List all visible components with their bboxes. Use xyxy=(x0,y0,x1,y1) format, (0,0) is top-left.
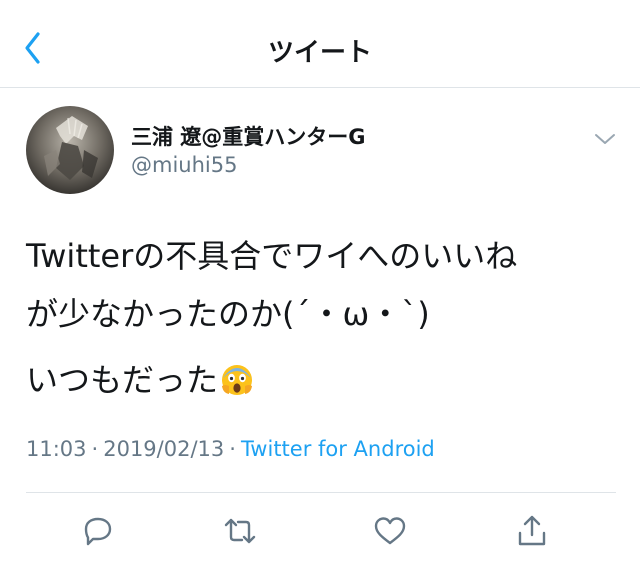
face-screaming-in-fear-icon xyxy=(222,365,253,395)
tweet-meta: 11:03 · 2019/02/13 · Twitter for Android xyxy=(26,437,435,461)
reply-icon xyxy=(84,517,112,546)
share-button[interactable] xyxy=(514,513,550,549)
page-title: ツイート xyxy=(267,38,372,68)
avatar[interactable] xyxy=(26,106,114,194)
meta-separator: · xyxy=(229,437,236,461)
like-button[interactable] xyxy=(372,513,408,549)
tweet-action-bar xyxy=(26,492,616,567)
navigation-bar: ツイート xyxy=(0,0,640,88)
author-display-name[interactable]: 三浦 遼@重賞ハンターG xyxy=(131,121,366,151)
share-icon xyxy=(518,515,546,546)
tweet-text-line: いつもだった xyxy=(26,356,254,404)
reply-button[interactable] xyxy=(80,513,116,549)
tweet-text-line: が少なかったのか(´・ω・`) xyxy=(26,295,430,333)
tweet-source-link[interactable]: Twitter for Android xyxy=(241,437,435,461)
tweet-text-segment: いつもだった xyxy=(26,361,219,399)
meta-separator: · xyxy=(91,437,99,461)
retweet-button[interactable] xyxy=(222,513,258,549)
author-handle[interactable]: @miuhi55 xyxy=(131,153,237,177)
retweet-icon xyxy=(224,518,256,544)
tweet-time: 11:03 xyxy=(26,437,87,461)
heart-icon xyxy=(374,517,406,545)
tweet-date: 2019/02/13 xyxy=(103,437,225,461)
chevron-down-icon[interactable] xyxy=(592,130,618,148)
tweet-text-line: Twitterの不具合でワイへのいいね xyxy=(26,237,518,275)
